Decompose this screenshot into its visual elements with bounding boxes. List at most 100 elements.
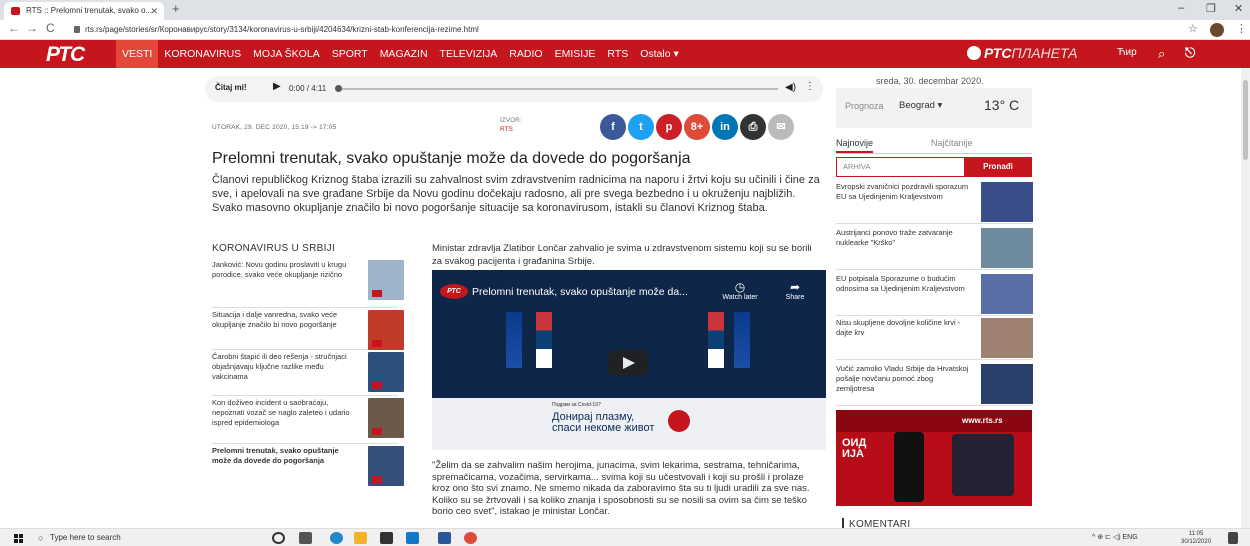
browser-tab[interactable]: RTS :: Prelomni trenutak, svako o... ✕ bbox=[4, 2, 164, 20]
edge-icon[interactable] bbox=[330, 532, 343, 544]
tab-close-icon[interactable]: ✕ bbox=[150, 2, 158, 20]
back-arrow-icon[interactable]: ← bbox=[8, 21, 20, 35]
rts-logo[interactable]: РТС bbox=[46, 43, 85, 67]
system-tray[interactable]: ^ ⊕ ⊏ ◁) ENG bbox=[1092, 533, 1138, 541]
tab-latest[interactable]: Najnovije bbox=[836, 138, 874, 153]
source-value[interactable]: RTS bbox=[500, 125, 522, 134]
sidebar-news-title: Evropski zvaničnici pozdravili sporazum … bbox=[836, 182, 969, 201]
related-item[interactable]: Čarobni štapić ili deo rešenja - stručnj… bbox=[212, 352, 404, 396]
rts-planeta-logo[interactable]: РТСПЛАНЕТА bbox=[967, 45, 1077, 63]
nav-item-0[interactable]: VESTI bbox=[116, 40, 159, 68]
nav-item-4[interactable]: MAGAZIN bbox=[374, 40, 434, 68]
related-item-thumbnail[interactable] bbox=[368, 352, 404, 392]
nav-item-7[interactable]: EMISIJE bbox=[549, 40, 602, 68]
nav-item-1[interactable]: KORONAVIRUS bbox=[158, 40, 247, 68]
clock-date: 30/12/2020 bbox=[1181, 539, 1212, 545]
word-icon[interactable] bbox=[438, 532, 451, 544]
reload-icon[interactable]: C bbox=[46, 21, 55, 35]
related-item-thumbnail[interactable] bbox=[368, 310, 404, 350]
sidebar-news-thumbnail[interactable] bbox=[981, 274, 1033, 314]
new-tab-button[interactable]: + bbox=[172, 1, 180, 16]
volume-icon[interactable]: ◀) bbox=[785, 82, 796, 93]
city-select[interactable]: Beograd ▾ bbox=[899, 100, 942, 111]
nav-item-8[interactable]: RTS bbox=[601, 40, 634, 68]
related-item[interactable]: Janković: Novu godinu proslaviti u krugu… bbox=[212, 260, 404, 308]
article-quote: "Želim da se zahvalim našim herojima, ju… bbox=[432, 460, 810, 518]
url-text: rts.rs/page/stories/sr/Коронавирус/story… bbox=[85, 25, 479, 34]
mail-icon[interactable] bbox=[406, 532, 419, 544]
pinterest-share-icon[interactable]: p bbox=[656, 114, 682, 140]
nav-item-9[interactable]: Ostalo ▾ bbox=[634, 40, 685, 68]
twitter-share-icon[interactable]: t bbox=[628, 114, 654, 140]
taskbar-search[interactable]: Type here to search bbox=[34, 530, 242, 546]
audio-progress-track[interactable] bbox=[338, 88, 778, 90]
nav-item-6[interactable]: RADIO bbox=[503, 40, 548, 68]
related-item-thumbnail[interactable] bbox=[368, 260, 404, 300]
search-icon[interactable]: ⌕ bbox=[1158, 46, 1165, 62]
share-arrow-icon: ➦ bbox=[789, 280, 801, 294]
video-channel-logo[interactable]: РТС bbox=[440, 284, 468, 299]
file-explorer-icon[interactable] bbox=[354, 532, 367, 544]
sidebar-news-thumbnail[interactable] bbox=[981, 364, 1033, 404]
related-item[interactable]: Prelomni trenutak, svako opuštanje može … bbox=[212, 446, 404, 488]
minimize-button[interactable]: – bbox=[1178, 2, 1184, 14]
sidebar-tabs: Najnovije Najčitanije bbox=[836, 138, 1032, 154]
sidebar-news-item[interactable]: EU potpisala Sporazume o budućim odnosim… bbox=[836, 274, 1033, 316]
script-toggle[interactable]: Ћир bbox=[1117, 47, 1137, 58]
store-icon[interactable] bbox=[380, 532, 393, 544]
googleplus-share-icon[interactable]: 8+ bbox=[684, 114, 710, 140]
rss-icon[interactable]: ⎋ bbox=[1185, 45, 1195, 61]
video-title[interactable]: Prelomni trenutak, svako opuštanje može … bbox=[472, 286, 688, 298]
email-share-icon[interactable]: ✉ bbox=[768, 114, 794, 140]
maximize-button[interactable]: ❐ bbox=[1206, 2, 1216, 15]
sidebar-news-thumbnail[interactable] bbox=[981, 182, 1033, 222]
related-section-heading[interactable]: KORONAVIRUS U SRBIJI bbox=[212, 243, 335, 254]
windows-start-icon[interactable] bbox=[14, 534, 23, 543]
print-share-icon[interactable]: ⎙ bbox=[740, 114, 766, 140]
bookmark-star-icon[interactable]: ☆ bbox=[1188, 22, 1198, 35]
nav-menu: VESTI KORONAVIRUS MOJA ŠKOLA SPORT MAGAZIN TE… bbox=[116, 40, 685, 68]
nav-item-2[interactable]: MOJA ŠKOLA bbox=[247, 40, 326, 68]
audio-progress-knob[interactable] bbox=[335, 85, 342, 92]
scrollbar-thumb[interactable] bbox=[1243, 80, 1248, 160]
related-item-thumbnail[interactable] bbox=[368, 398, 404, 438]
audio-more-icon[interactable]: ⋮ bbox=[805, 81, 815, 92]
video-share-button[interactable]: ➦ Share bbox=[780, 280, 810, 301]
sidebar-news-item[interactable]: Evropski zvaničnici pozdravili sporazum … bbox=[836, 182, 1033, 224]
cortana-icon[interactable] bbox=[272, 532, 285, 544]
sidebar-news-thumbnail[interactable] bbox=[981, 318, 1033, 358]
video-play-button[interactable] bbox=[608, 350, 648, 376]
notification-icon[interactable] bbox=[1228, 532, 1238, 544]
nav-item-3[interactable]: SPORT bbox=[326, 40, 374, 68]
tab-most-read[interactable]: Najčitanije bbox=[931, 138, 973, 148]
article-paragraph: Ministar zdravlja Zlatibor Lončar zahval… bbox=[432, 243, 812, 267]
banner-small-text: Подржи за Covid-19? bbox=[552, 402, 601, 408]
video-share-label: Share bbox=[785, 294, 805, 301]
advertisement-banner[interactable]: www.rts.rs ОИД ИЈА bbox=[836, 410, 1032, 506]
sidebar-news-item[interactable]: Vučić zamolio Vladu Srbije da Hrvatskoj … bbox=[836, 364, 1033, 406]
archive-search-button[interactable]: Pronađi bbox=[964, 157, 1032, 177]
related-item[interactable]: Kon doživeo incident u saobraćaju, nepoz… bbox=[212, 398, 404, 444]
chrome-icon[interactable] bbox=[464, 532, 477, 544]
watch-later-button[interactable]: ◷ Watch later bbox=[720, 280, 760, 301]
related-item[interactable]: Situacija i dalje vanredna, svako veće o… bbox=[212, 310, 404, 350]
planeta-brand: РТС bbox=[984, 45, 1012, 61]
close-window-button[interactable]: ✕ bbox=[1234, 2, 1243, 15]
task-view-icon[interactable] bbox=[299, 532, 312, 544]
related-item-thumbnail[interactable] bbox=[368, 446, 404, 486]
video-player[interactable]: РТС Prelomni trenutak, svako opuštanje m… bbox=[432, 270, 826, 450]
forward-arrow-icon[interactable]: → bbox=[26, 21, 38, 35]
nav-item-5[interactable]: TELEVIZIJA bbox=[434, 40, 504, 68]
profile-avatar[interactable] bbox=[1210, 23, 1224, 37]
play-icon[interactable]: ▶ bbox=[273, 81, 281, 92]
audio-time: 0:00 / 4:11 bbox=[289, 84, 327, 93]
sidebar-news-item[interactable]: Nisu skupljene dovoljne količine krvi - … bbox=[836, 318, 1033, 360]
sidebar-news-thumbnail[interactable] bbox=[981, 228, 1033, 268]
archive-search-input[interactable]: ARHIVA bbox=[836, 157, 964, 177]
browser-menu-icon[interactable]: ⋮ bbox=[1236, 22, 1247, 35]
sidebar-news-item[interactable]: Austrijanci ponovo traže zatvaranje nukl… bbox=[836, 228, 1033, 270]
taskbar-clock[interactable]: 11:05 30/12/2020 bbox=[1181, 530, 1211, 546]
facebook-share-icon[interactable]: f bbox=[600, 114, 626, 140]
url-field[interactable]: rts.rs/page/stories/sr/Коронавирус/story… bbox=[74, 23, 1174, 37]
linkedin-share-icon[interactable]: in bbox=[712, 114, 738, 140]
